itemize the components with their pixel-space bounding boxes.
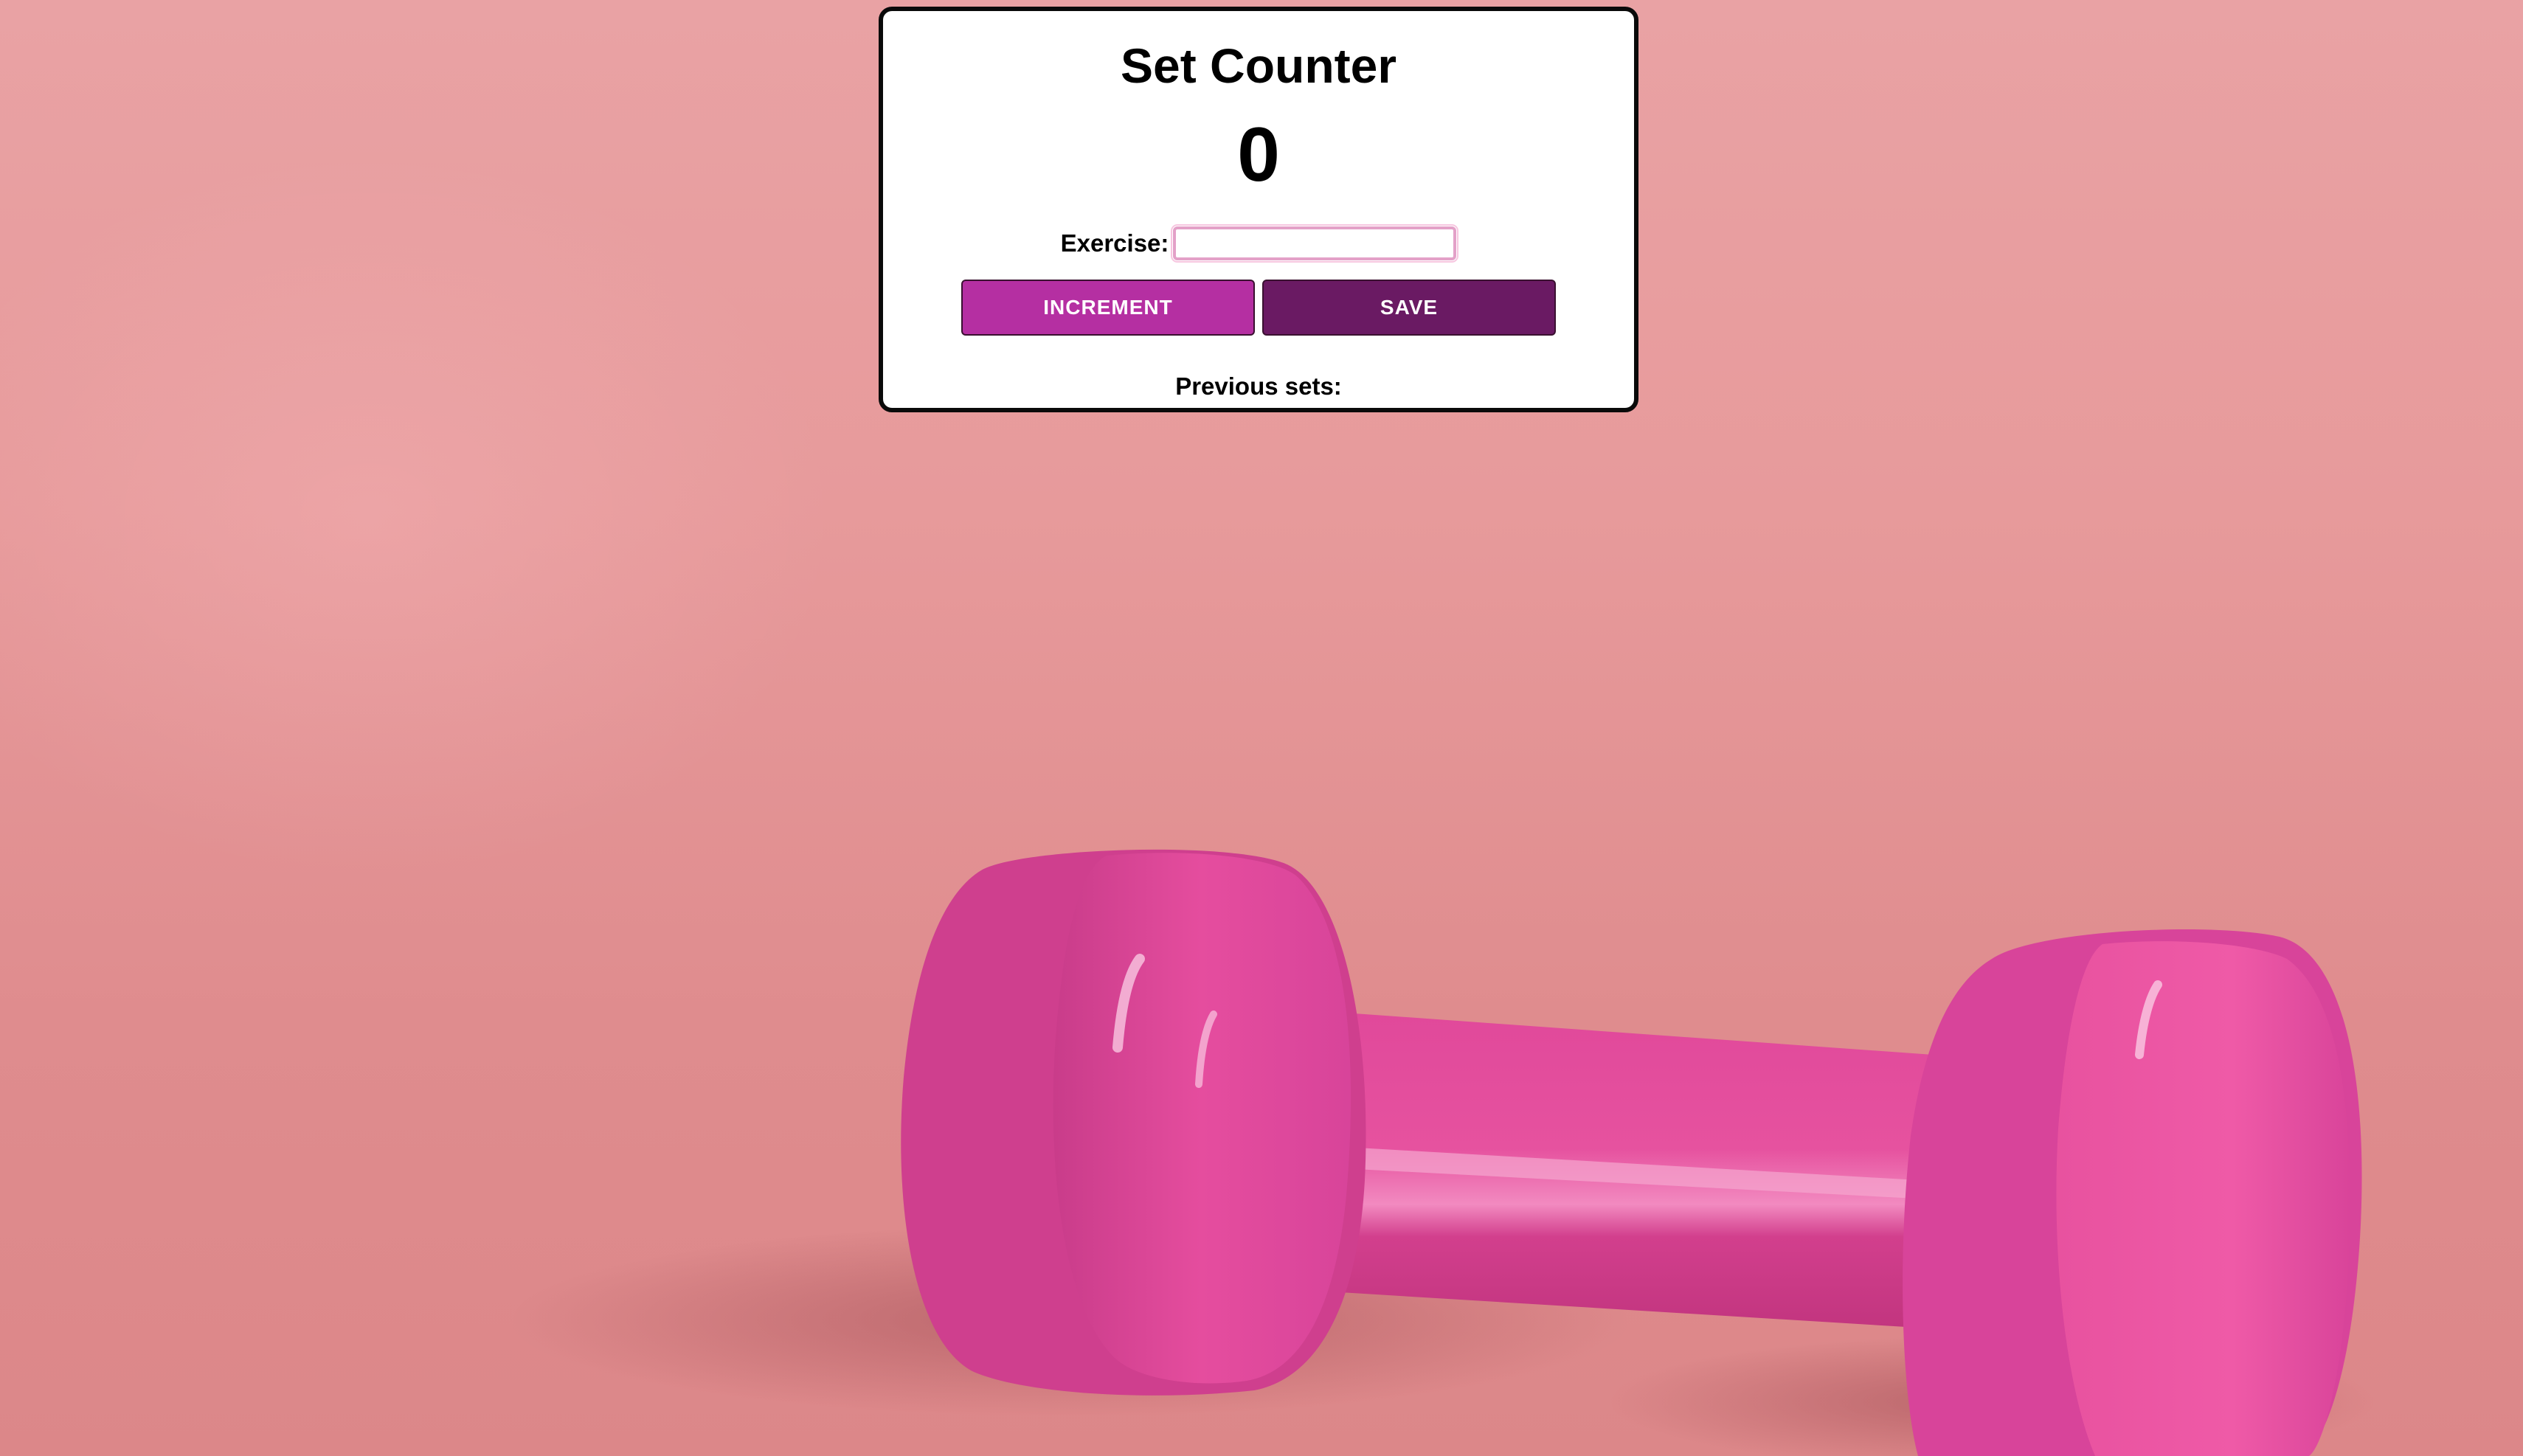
app-page: Set Counter 0 Exercise: INCREMENT SAVE P… [0,0,2523,1456]
set-counter-card: Set Counter 0 Exercise: INCREMENT SAVE P… [879,7,1638,412]
button-row: INCREMENT SAVE [883,280,1634,336]
previous-sets-heading: Previous sets: [1175,372,1342,400]
page-title: Set Counter [1120,38,1397,93]
set-count-display: 0 [1237,112,1280,198]
exercise-input[interactable] [1171,224,1459,263]
increment-button[interactable]: INCREMENT [961,280,1255,336]
exercise-row: Exercise: [883,223,1634,264]
save-button[interactable]: SAVE [1262,280,1556,336]
exercise-label: Exercise: [1060,229,1169,257]
